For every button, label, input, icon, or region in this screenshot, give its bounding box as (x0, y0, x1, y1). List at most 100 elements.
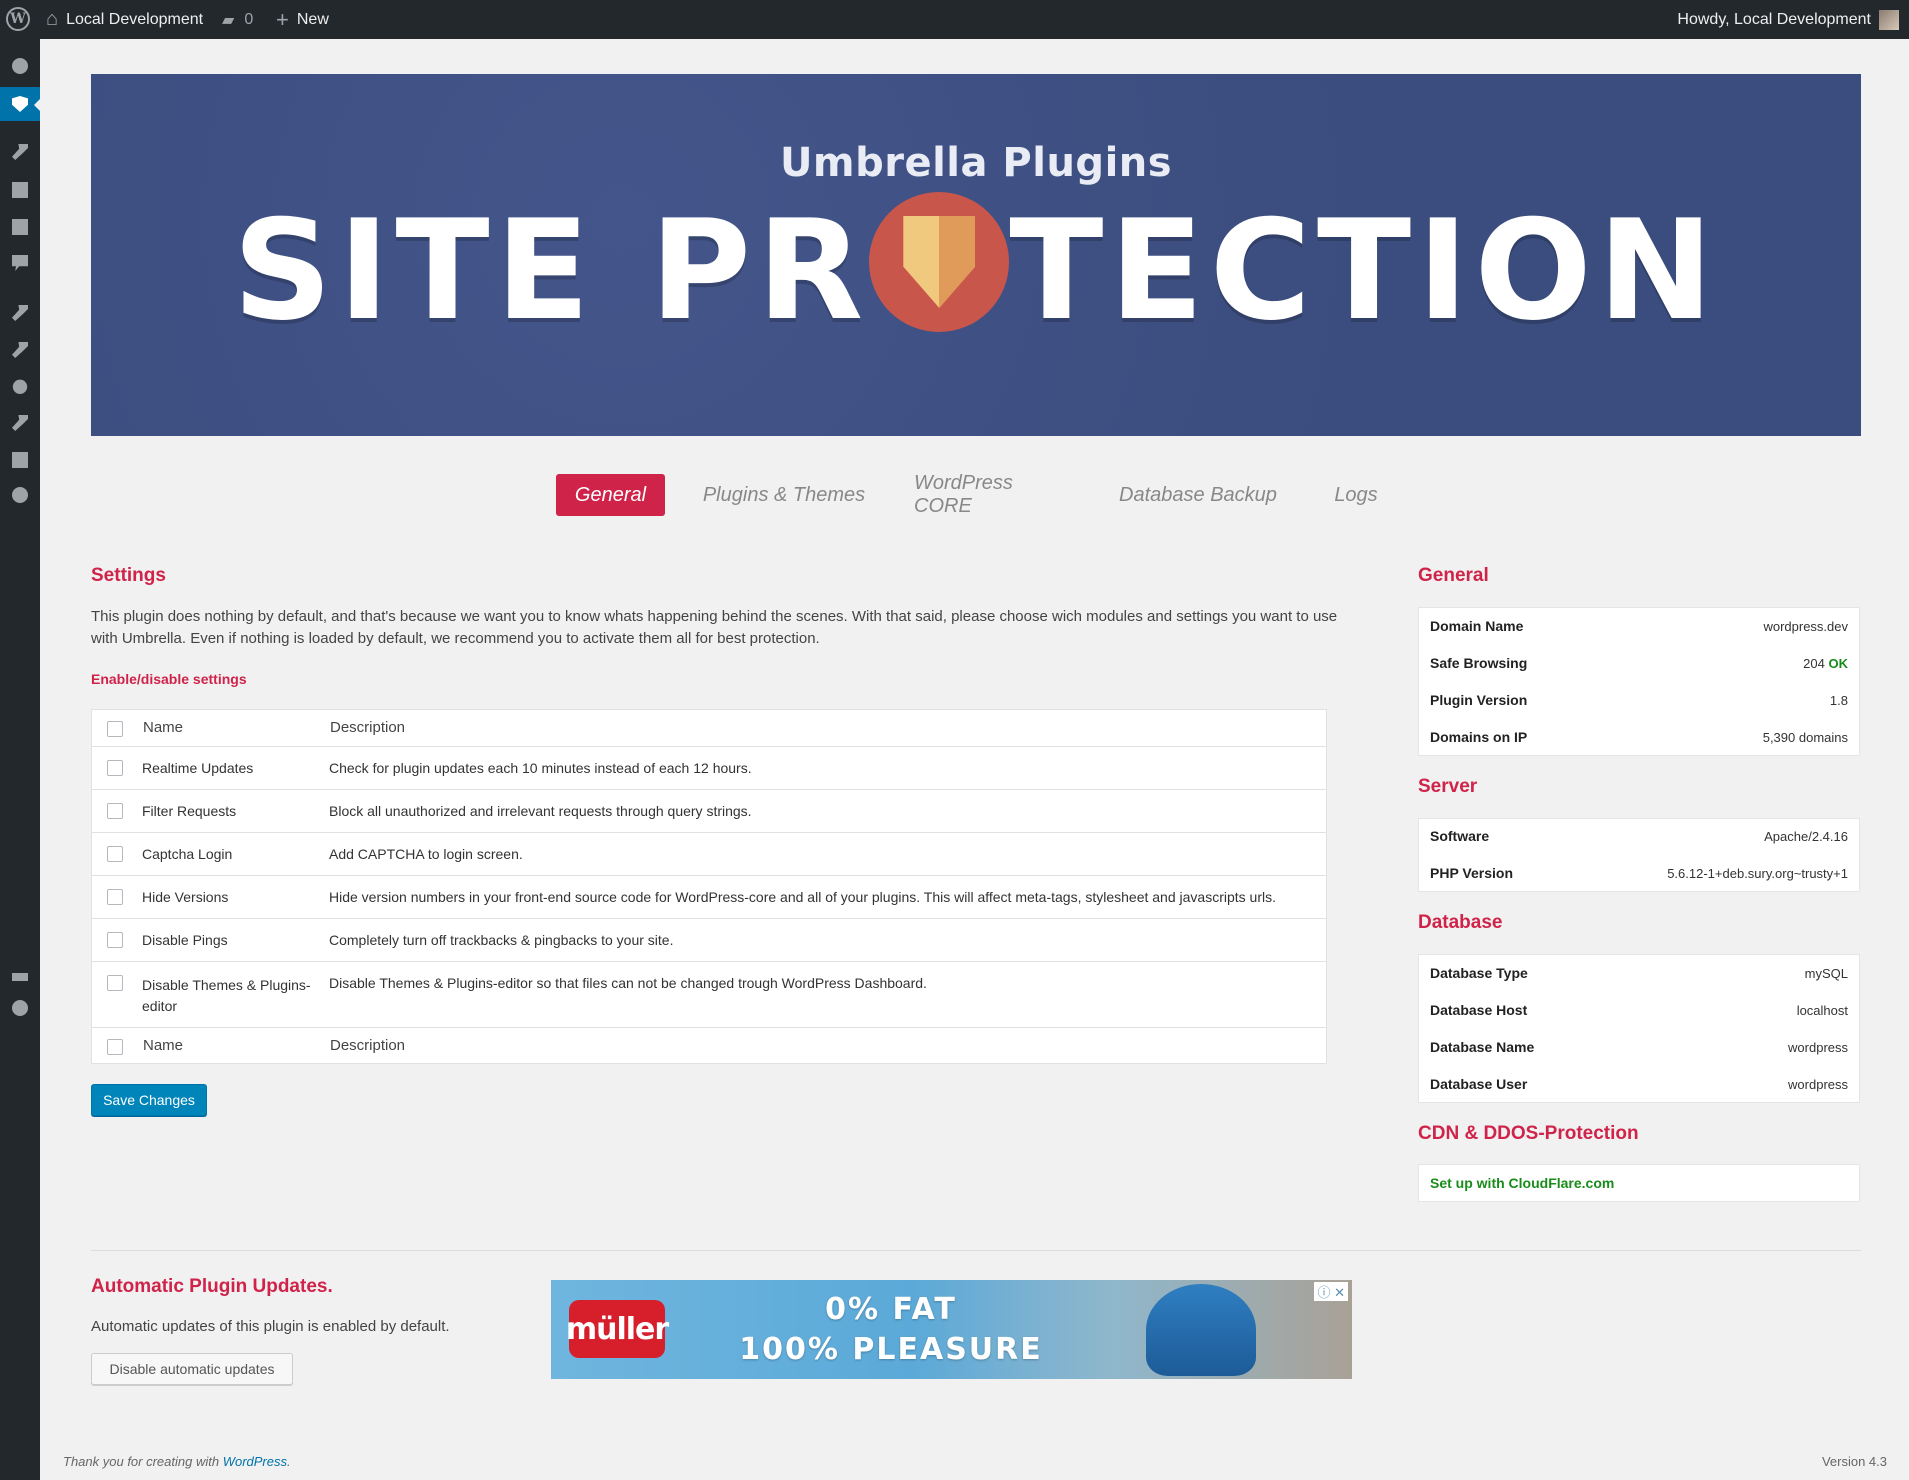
database-panel: Database Type mySQL Database Host localhos… (1418, 954, 1860, 1103)
row-checkbox[interactable] (107, 889, 123, 905)
table-header: Name Description (92, 710, 1326, 747)
general-heading: General (1418, 565, 1489, 586)
cloudflare-link[interactable]: Set up with CloudFlare.com (1430, 1175, 1614, 1191)
media-icon (12, 182, 28, 198)
pages-icon (12, 219, 28, 235)
menu-tools[interactable] (0, 408, 40, 438)
general-key: Safe Browsing (1430, 655, 1528, 671)
tab-logs[interactable]: Logs (1328, 474, 1384, 516)
disable-auto-updates-button[interactable]: Disable automatic updates (91, 1353, 293, 1385)
ad-brand-logo: müller (566, 1300, 669, 1358)
row-description: Check for plugin updates each 10 minutes… (329, 760, 752, 776)
database-value: wordpress (1788, 1039, 1848, 1055)
play-icon (12, 487, 28, 503)
tab-general[interactable]: General (556, 474, 665, 516)
general-row: Plugin Version 1.8 (1430, 690, 1848, 710)
tools-icon (12, 415, 28, 431)
footer-thanks-suffix: . (287, 1454, 291, 1469)
wordpress-logo-icon[interactable]: W (6, 7, 30, 31)
menu-site-protection[interactable] (0, 87, 40, 121)
server-value: 5.6.12-1+deb.sury.org~trusty+1 (1667, 865, 1848, 881)
general-value: wordpress.dev (1763, 618, 1848, 634)
database-row: Database Host localhost (1430, 1000, 1848, 1020)
menu-plugins[interactable] (0, 335, 40, 365)
database-value: localhost (1796, 1002, 1848, 1018)
settings-table: Name Description Realtime Updates Check … (91, 709, 1327, 1064)
menu-appearance[interactable] (0, 298, 40, 328)
ad-choices-icon[interactable]: ⓘ ✕ (1314, 1282, 1348, 1301)
row-checkbox[interactable] (107, 846, 123, 862)
avatar (1879, 9, 1899, 30)
tab-plugins-themes[interactable]: Plugins & Themes (700, 474, 868, 516)
menu-collapse[interactable] (0, 993, 40, 1023)
general-key: Domain Name (1430, 618, 1524, 634)
server-value: Apache/2.4.16 (1764, 828, 1848, 844)
row-checkbox[interactable] (107, 932, 123, 948)
pin-icon (12, 144, 28, 160)
general-key: Domains on IP (1430, 729, 1528, 745)
row-checkbox[interactable] (107, 760, 123, 776)
row-checkbox[interactable] (107, 803, 123, 819)
menu-users[interactable] (0, 371, 40, 401)
database-row: Database User wordpress (1430, 1074, 1848, 1094)
menu-posts[interactable] (0, 137, 40, 167)
menu-pages[interactable] (0, 212, 40, 242)
database-key: Database User (1430, 1076, 1528, 1092)
advertisement-banner[interactable]: müller 0% FAT 100% PLEASURE ⓘ ✕ (551, 1280, 1352, 1379)
table-row: Filter Requests Block all unauthorized a… (92, 790, 1326, 833)
select-all-checkbox-footer[interactable] (107, 1039, 123, 1055)
collapse-icon (12, 1000, 28, 1016)
general-row: Safe Browsing 204 OK (1430, 653, 1848, 673)
col-description-header: Description (330, 719, 406, 736)
new-content-link[interactable]: + New (276, 0, 329, 39)
server-row: Software Apache/2.4.16 (1430, 826, 1848, 846)
table-row: Disable Themes & Plugins-editor Disable … (92, 962, 1326, 1028)
plugins-icon (12, 342, 28, 358)
plus-icon: + (276, 6, 289, 32)
server-key: Software (1430, 828, 1490, 844)
save-changes-button[interactable]: Save Changes (91, 1084, 207, 1116)
server-row: PHP Version 5.6.12-1+deb.sury.org~trusty+… (1430, 863, 1848, 883)
safe-browsing-code: 204 (1803, 655, 1825, 671)
database-value: wordpress (1788, 1076, 1848, 1092)
settings-icon (12, 452, 28, 468)
table-row: Captcha Login Add CAPTCHA to login scree… (92, 833, 1326, 876)
database-heading: Database (1418, 912, 1503, 933)
menu-dashboard[interactable] (0, 51, 40, 81)
row-name: Disable Pings (142, 932, 228, 948)
menu-extra[interactable] (0, 962, 40, 992)
settings-heading: Settings (91, 565, 166, 586)
menu-comments[interactable] (0, 248, 40, 278)
chart-icon (12, 973, 28, 981)
appearance-icon (12, 305, 28, 321)
row-name: Captcha Login (142, 846, 233, 862)
ad-product-image (1146, 1284, 1256, 1376)
row-name: Hide Versions (142, 889, 229, 905)
comment-icon: ▰ (222, 11, 235, 29)
comments-link[interactable]: ▰ 0 (222, 0, 253, 39)
col-name-header: Name (143, 719, 184, 736)
admin-menu (0, 39, 40, 1480)
banner-title: SITE PR TECTION (91, 192, 1861, 340)
auto-updates-heading: Automatic Plugin Updates. (91, 1276, 333, 1297)
row-checkbox[interactable] (107, 975, 123, 991)
current-menu-arrow (34, 99, 40, 111)
site-name-link[interactable]: ⌂ Local Development (46, 0, 203, 39)
row-description: Completely turn off trackbacks & pingbac… (329, 932, 674, 948)
select-all-checkbox[interactable] (107, 721, 123, 737)
menu-media[interactable] (0, 175, 40, 205)
database-row: Database Name wordpress (1430, 1037, 1848, 1057)
database-row: Database Type mySQL (1430, 963, 1848, 983)
my-account-link[interactable]: Howdy, Local Development (1677, 0, 1899, 39)
wordpress-link[interactable]: WordPress (223, 1454, 287, 1469)
site-name-label: Local Development (66, 10, 204, 28)
row-description: Add CAPTCHA to login screen. (329, 846, 523, 862)
auto-updates-text: Automatic updates of this plugin is enab… (91, 1318, 450, 1335)
menu-media-player[interactable] (0, 480, 40, 510)
tab-wordpress-core[interactable]: WordPress CORE (914, 472, 1068, 517)
row-name: Filter Requests (142, 803, 237, 819)
safe-browsing-status: OK (1828, 655, 1849, 671)
menu-settings[interactable] (0, 445, 40, 475)
tab-database-backup[interactable]: Database Backup (1116, 474, 1280, 516)
col-description-footer: Description (330, 1037, 406, 1054)
